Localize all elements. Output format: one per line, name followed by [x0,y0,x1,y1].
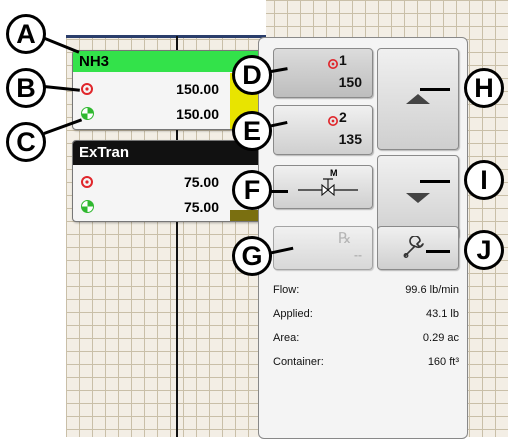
stat-label: Flow: [273,284,300,296]
flow-stat: Flow: 99.6 lb/min [273,284,459,298]
callout-i: I [464,160,504,200]
rate-number: 1 [339,52,347,68]
callout-e: E [232,111,272,151]
rx-value: -- [354,248,362,262]
callout-pointer-j [426,250,450,253]
wrench-icon [402,235,428,265]
valve-icon [298,176,358,203]
area-stat: Area: 0.29 ac [273,332,459,346]
rate-1-button[interactable]: 1 150 [273,48,373,98]
callout-pointer-i [420,180,450,183]
stat-value: 0.29 ac [422,332,459,344]
stat-value: 160 ft³ [427,356,459,368]
container-stat: Container: 160 ft³ [273,356,459,370]
callout-pointer-h [420,88,450,91]
callout-j: J [464,230,504,270]
manual-control-button[interactable]: M [273,165,373,209]
actual-rate-icon [81,107,94,123]
actual-rate-value: 150.00 [176,106,219,122]
increase-rate-button[interactable] [377,48,459,150]
target-icon [328,113,338,131]
product-name: ExTran [73,141,263,165]
target-icon [328,56,338,74]
rx-label: ℞ [338,230,352,247]
stat-label: Area: [273,332,300,344]
stat-label: Container: [273,356,324,368]
callout-g: G [232,236,272,276]
actual-rate-value: 75.00 [183,199,219,215]
callout-a: A [6,14,46,54]
callout-c: C [6,122,46,162]
callout-b: B [6,68,46,108]
rate-value: 135 [338,131,362,147]
callout-h: H [464,68,504,108]
stat-value: 43.1 lb [425,308,459,320]
settings-button[interactable] [377,226,459,270]
callout-d: D [232,55,272,95]
callout-f: F [232,170,272,210]
stat-label: Applied: [273,308,313,320]
target-icon [81,82,93,98]
map-top-bar [66,0,266,38]
actual-rate-icon [81,200,94,216]
target-icon [81,175,93,191]
target-rate-value: 150.00 [176,81,219,97]
rate-2-button[interactable]: 2 135 [273,105,373,155]
stat-value: 99.6 lb/min [405,284,459,296]
target-rate-value: 75.00 [183,174,219,190]
applied-stat: Applied: 43.1 lb [273,308,459,322]
rate-control-panel: 1 150 2 135 M ℞ -- Flow: 99.6 lb/min App… [258,37,468,439]
rate-number: 2 [339,109,347,125]
rate-value: 150 [338,74,362,90]
triangle-up-icon [406,91,430,109]
triangle-down-icon [406,190,430,208]
